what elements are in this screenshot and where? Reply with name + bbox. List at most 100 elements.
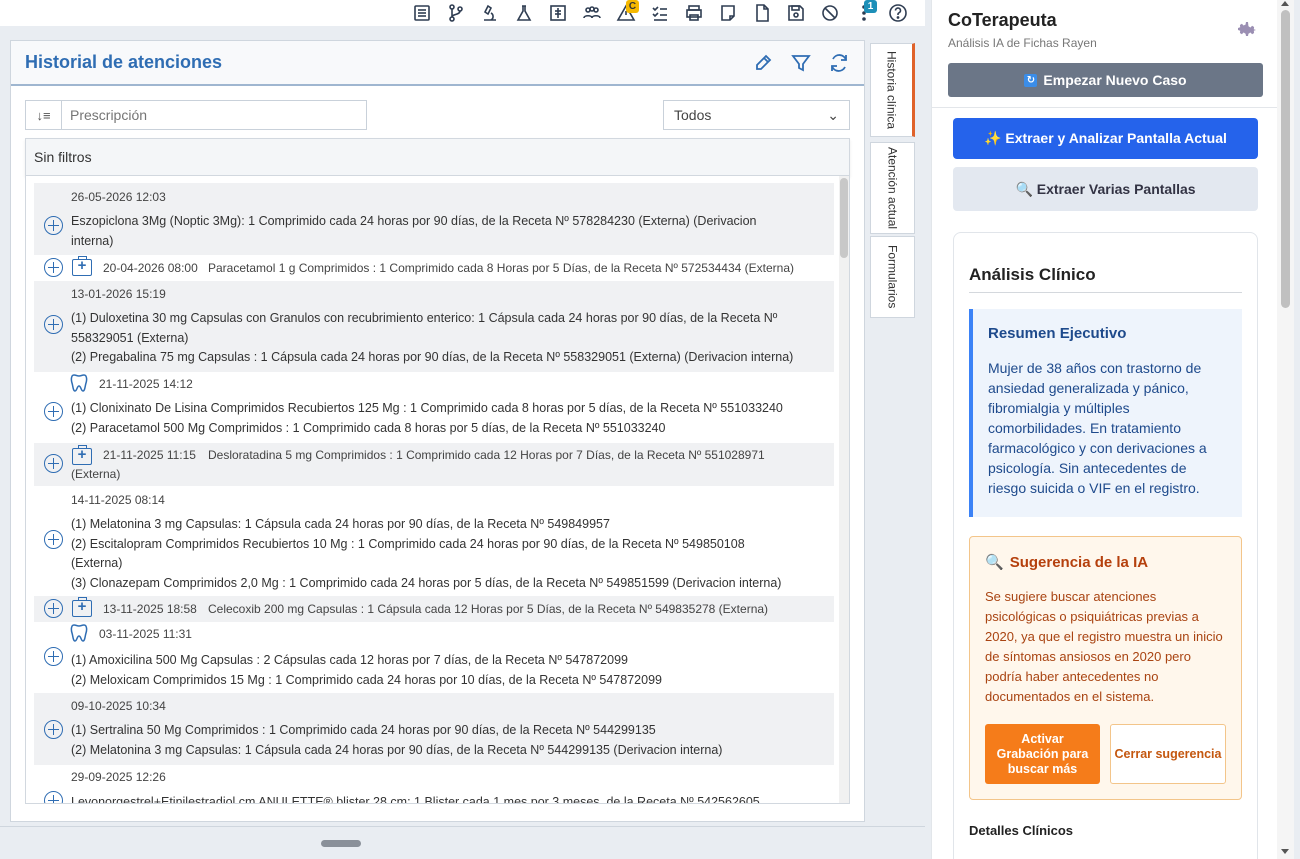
document-icon[interactable] [745,0,779,26]
tab-atencion-actual[interactable]: Atención actual [870,142,915,234]
type-select[interactable]: Todos ⌄ [663,100,850,130]
suggestion-actions: Activar Grabación para buscar más Cerrar… [985,724,1226,784]
record-date: 20-04-2026 08:00 [103,261,198,275]
chevron-down-icon: ⌄ [827,106,839,123]
list-item: 26-05-2026 12:03 Eszopiclona 3Mg (Noptic… [34,183,834,255]
printer-icon[interactable] [677,0,711,26]
dropper-icon[interactable] [752,52,774,74]
record-date: 21-11-2025 14:12 [99,377,193,391]
record-text: (1) Melatonina 3 mg Capsulas: 1 Cápsula … [71,517,782,590]
group-icon[interactable] [575,0,609,26]
gear-icon[interactable] [1235,18,1259,42]
list-item: 13-01-2026 15:19 (1) Duloxetina 30 mg Ca… [34,281,834,372]
expand-icon[interactable] [44,647,63,666]
close-suggestion-button[interactable]: Cerrar sugerencia [1110,724,1226,784]
scroll-down-icon[interactable] [1281,849,1289,854]
medkit-icon [72,597,92,617]
list-item: 29-09-2025 12:26 Levonorgestrel+Etiniles… [34,765,834,804]
summary-body: Mujer de 38 años con trastorno de ansied… [988,360,1207,496]
medkit-icon [72,445,92,465]
app-subtitle: Análisis IA de Fichas Rayen [948,36,1097,50]
record-text: Desloratadina 5 mg Comprimidos : 1 Compr… [208,448,765,462]
list-scrollbar[interactable] [839,176,849,803]
extract-analyze-button[interactable]: ✨ Extraer y Analizar Pantalla Actual [953,118,1258,159]
resize-handle[interactable] [321,840,361,847]
list-item: 09-10-2025 10:34 (1) Sertralina 50 Mg Co… [34,693,834,765]
divider [969,292,1242,293]
record-text: Levonorgestrel+Etinilestradiol cm ANULET… [71,795,760,804]
tab-formularios[interactable]: Formularios [870,236,915,318]
medkit-icon [72,256,92,276]
sidebar-scrollbar[interactable] [1277,0,1294,859]
record-text: Paracetamol 1 g Comprimidos : 1 Comprimi… [208,261,794,275]
list-item: 14-11-2025 08:14 (1) Melatonina 3 mg Cap… [34,486,834,596]
executive-summary: Resumen Ejecutivo Mujer de 38 años con t… [969,309,1242,517]
record-text: (1) Amoxicilina 500 Mg Capsulas : 2 Cáps… [71,653,662,687]
expand-icon[interactable] [44,720,63,739]
clinical-details-title: Detalles Clínicos [969,823,1074,838]
flask-icon[interactable] [507,0,541,26]
tooth-icon [70,373,88,393]
refresh-icon: ↻ [1024,73,1038,87]
checklist-icon[interactable] [643,0,677,26]
bottom-bar [0,826,925,859]
top-toolbar: C 1 [0,0,925,26]
alert-icon[interactable]: C [609,0,643,26]
record-text: Eszopiclona 3Mg (Noptic 3Mg): 1 Comprimi… [71,214,757,248]
expand-icon[interactable] [44,791,63,803]
suggestion-body: Se sugiere buscar atenciones psicológica… [985,589,1223,704]
filter-row: ↓≡ Todos ⌄ [25,100,850,130]
analysis-title: Análisis Clínico [969,265,1096,284]
magnifier-icon: 🔍 [985,554,1004,571]
list-item: 21-11-2025 11:15 Desloratadina 5 mg Comp… [34,443,834,486]
activate-recording-button[interactable]: Activar Grabación para buscar más [985,724,1100,784]
record-date: 21-11-2025 11:15 [103,448,196,462]
extract-multiple-button[interactable]: 🔍 Extraer Varias Pantallas [953,167,1258,211]
expand-icon[interactable] [44,402,63,421]
block-icon[interactable] [813,0,847,26]
clinical-analysis-card: Análisis Clínico Resumen Ejecutivo Mujer… [953,232,1258,859]
expand-icon[interactable] [44,315,63,334]
help-icon[interactable] [881,0,915,26]
note-icon[interactable] [711,0,745,26]
record-date: 09-10-2025 10:34 [71,699,166,713]
suggestion-header: 🔍 Sugerencia de la IA [985,553,1149,572]
microscope-icon[interactable] [473,0,507,26]
panel-actions [752,52,850,74]
ai-suggestion: 🔍 Sugerencia de la IA Se sugiere buscar a… [969,536,1242,800]
records-list: 26-05-2026 12:03 Eszopiclona 3Mg (Noptic… [25,176,850,804]
expand-icon[interactable] [44,258,63,277]
list-scroll-thumb[interactable] [840,178,848,258]
record-date: 29-09-2025 12:26 [71,770,166,784]
coterapeuta-sidebar: CoTerapeuta Análisis IA de Fichas Rayen … [931,0,1277,859]
sidebar-scroll-thumb[interactable] [1281,10,1290,308]
list-item: 21-11-2025 14:12 (1) Clonixinato De Lisi… [34,372,834,443]
sort-icon[interactable]: ↓≡ [26,101,62,129]
xray-icon[interactable] [541,0,575,26]
record-date: 03-11-2025 11:31 [99,627,192,641]
expand-icon[interactable] [44,454,63,473]
expand-icon[interactable] [44,216,63,235]
notify-badge: 1 [864,0,877,13]
summary-title: Resumen Ejecutivo [988,325,1127,342]
refresh-icon[interactable] [828,52,850,74]
prescription-search-input[interactable] [62,107,366,123]
tab-historia-clinica[interactable]: Historia clínica [870,43,915,137]
app-title: CoTerapeuta [948,10,1057,30]
list-item: 03-11-2025 11:31 (1) Amoxicilina 500 Mg … [34,622,834,693]
expand-icon[interactable] [44,530,63,549]
type-select-value: Todos [674,107,712,123]
record-text-cont: (Externa) [71,467,121,481]
list-icon[interactable] [405,0,439,26]
filter-status: Sin filtros [25,138,850,176]
record-date: 14-11-2025 08:14 [71,493,165,507]
expand-icon[interactable] [44,599,63,618]
more-icon[interactable]: 1 [847,0,881,26]
filter-icon[interactable] [790,52,812,74]
save-icon[interactable] [779,0,813,26]
scroll-up-icon[interactable] [1281,1,1289,6]
record-date: 13-11-2025 18:58 [103,602,197,616]
new-case-button[interactable]: ↻ Empezar Nuevo Caso [948,63,1263,97]
branch-icon[interactable] [439,0,473,26]
list-item: 13-11-2025 18:58 Celecoxib 200 mg Capsul… [34,596,834,622]
